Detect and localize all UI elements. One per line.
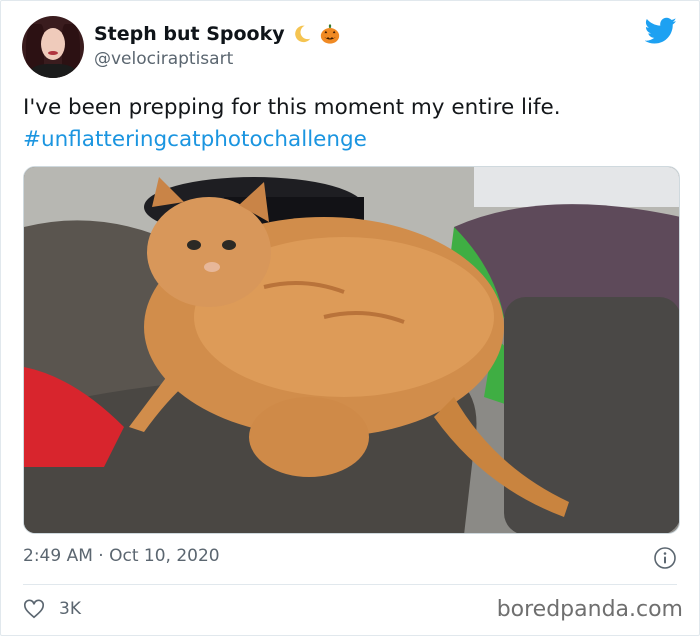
- like-count: 3K: [59, 599, 81, 619]
- cat-photo: [24, 167, 679, 533]
- crescent-moon-icon: [294, 25, 310, 43]
- divider: [23, 584, 677, 585]
- avatar[interactable]: [22, 16, 84, 78]
- tweet-timestamp[interactable]: 2:49 AM · Oct 10, 2020: [23, 546, 220, 566]
- tweet-card: Steph but Spooky @velociraptisart I've b…: [0, 0, 700, 636]
- heart-icon[interactable]: [23, 598, 45, 620]
- tweet-photo[interactable]: [23, 166, 680, 534]
- twitter-bird-icon[interactable]: [645, 17, 677, 45]
- author-name-row: Steph but Spooky: [94, 23, 341, 45]
- like-action[interactable]: 3K: [23, 598, 81, 620]
- tweet-text: I've been prepping for this moment my en…: [23, 92, 673, 156]
- jack-o-lantern-icon: [320, 24, 339, 44]
- boredpanda-watermark: boredpanda.com: [496, 597, 683, 622]
- hashtag-link[interactable]: #unflatteringcatphotochallenge: [23, 127, 367, 152]
- tweet-body: I've been prepping for this moment my en…: [23, 95, 561, 120]
- author-display-name[interactable]: Steph but Spooky: [94, 23, 285, 45]
- author-handle[interactable]: @velociraptisart: [94, 49, 233, 69]
- info-icon[interactable]: [653, 546, 677, 570]
